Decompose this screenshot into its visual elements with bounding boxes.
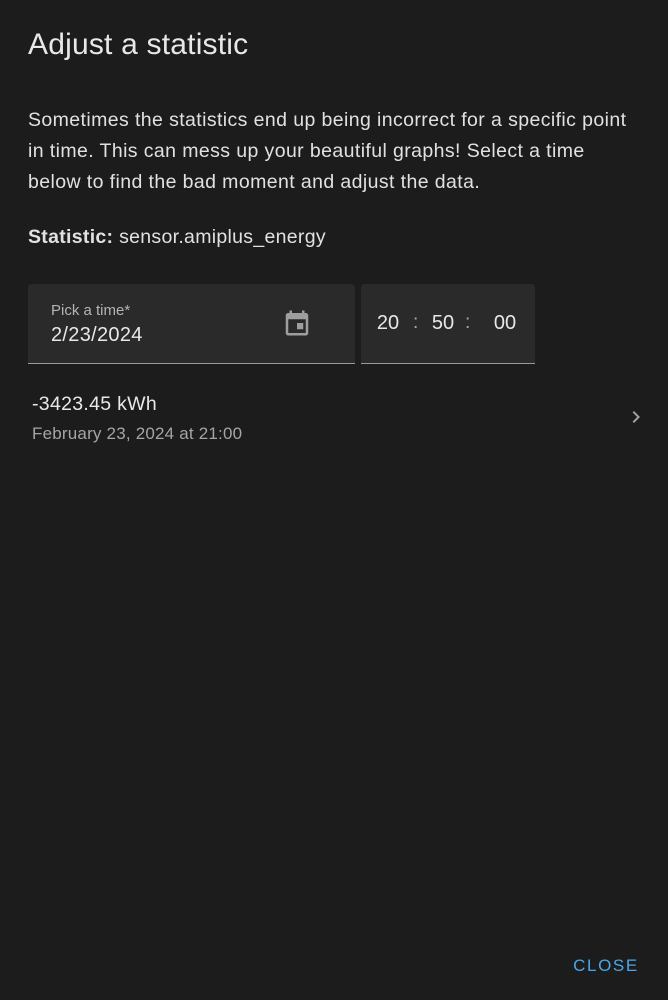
result-timestamp: February 23, 2024 at 21:00 (32, 424, 243, 443)
date-picker-value: 2/23/2024 (51, 324, 143, 346)
date-picker-field[interactable]: Pick a time* 2/23/2024 (28, 284, 355, 364)
time-minutes-input[interactable]: 50 (426, 312, 460, 335)
chevron-right-icon (632, 411, 640, 423)
time-separator: : (413, 312, 419, 333)
statistic-value: sensor.amiplus_energy (119, 226, 326, 248)
result-value: -3423.45 kWh (32, 393, 157, 415)
close-button[interactable]: CLOSE (566, 948, 646, 984)
time-hours-input[interactable]: 20 (371, 312, 405, 335)
date-picker-label: Pick a time* (51, 302, 131, 319)
dialog-title: Adjust a statistic (28, 28, 249, 61)
calendar-icon[interactable] (282, 308, 312, 338)
dialog-description: Sometimes the statistics end up being in… (28, 109, 627, 193)
statistic-line: Statistic: sensor.amiplus_energy (28, 226, 326, 249)
statistic-result-item[interactable]: -3423.45 kWh February 23, 2024 at 21:00 (0, 380, 668, 454)
time-picker-field: 20 : 50 : 00 (361, 284, 535, 364)
time-seconds-input[interactable]: 00 (488, 312, 522, 335)
statistic-label: Statistic: (28, 226, 114, 248)
adjust-statistic-dialog: Adjust a statistic Sometimes the statist… (0, 0, 668, 1000)
time-separator: : (465, 312, 471, 333)
